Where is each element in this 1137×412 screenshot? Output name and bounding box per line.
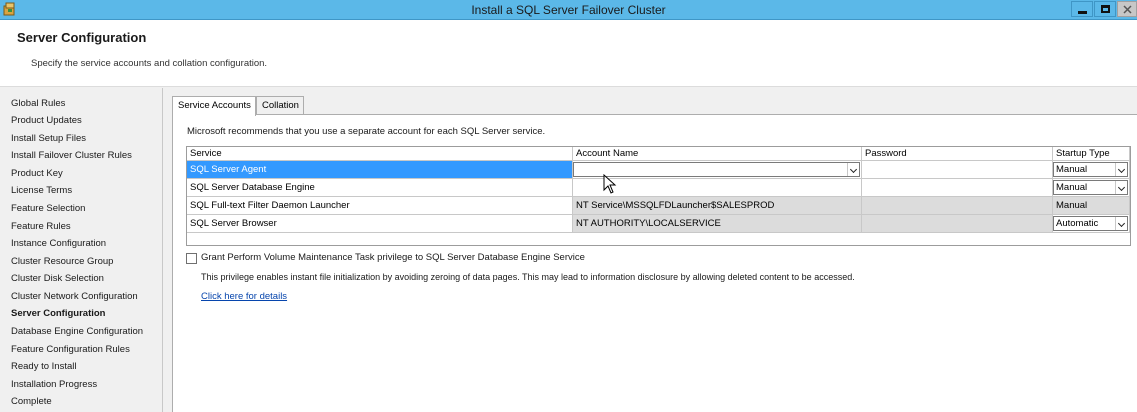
- window-title: Install a SQL Server Failover Cluster: [471, 3, 666, 17]
- nav-item-license-terms[interactable]: License Terms: [11, 185, 72, 196]
- column-header-service[interactable]: Service: [187, 147, 573, 161]
- service-name-cell[interactable]: SQL Full-text Filter Daemon Launcher: [187, 197, 573, 215]
- nav-item-product-updates[interactable]: Product Updates: [11, 115, 82, 126]
- volume-maintenance-checkbox[interactable]: [186, 253, 197, 264]
- maximize-button[interactable]: [1094, 1, 1116, 17]
- nav-item-database-engine-configuration[interactable]: Database Engine Configuration: [11, 326, 143, 337]
- service-accounts-grid: Service Account Name Password Startup Ty…: [186, 146, 1131, 246]
- password-field[interactable]: [862, 161, 1053, 179]
- startup-type-readonly: Manual: [1053, 197, 1130, 215]
- nav-item-global-rules[interactable]: Global Rules: [11, 98, 65, 109]
- service-name-cell[interactable]: SQL Server Database Engine: [187, 179, 573, 197]
- table-row[interactable]: SQL Server Browser NT AUTHORITY\LOCALSER…: [187, 215, 1130, 233]
- account-name-readonly: NT Service\MSSQLFDLauncher$SALESPROD: [573, 197, 862, 215]
- startup-type-dropdown[interactable]: Manual: [1053, 162, 1128, 177]
- setup-steps-nav: Global Rules Product Updates Install Set…: [0, 88, 163, 412]
- chevron-down-icon[interactable]: [1115, 181, 1127, 194]
- tab-collation[interactable]: Collation: [256, 96, 304, 115]
- page-header: Server Configuration Specify the service…: [0, 20, 1137, 87]
- nav-item-installation-progress[interactable]: Installation Progress: [11, 379, 97, 390]
- nav-item-install-setup-files[interactable]: Install Setup Files: [11, 133, 86, 144]
- startup-type-dropdown[interactable]: Manual: [1053, 180, 1128, 195]
- page-title: Server Configuration: [17, 30, 147, 45]
- close-icon: [1122, 4, 1132, 14]
- password-readonly: [862, 197, 1053, 215]
- nav-item-install-failover-cluster-rules[interactable]: Install Failover Cluster Rules: [11, 150, 132, 161]
- volume-maintenance-label[interactable]: Grant Perform Volume Maintenance Task pr…: [201, 252, 585, 263]
- chevron-down-icon[interactable]: [1115, 217, 1127, 230]
- nav-item-ready-to-install[interactable]: Ready to Install: [11, 361, 76, 372]
- service-name-cell[interactable]: SQL Server Browser: [187, 215, 573, 233]
- tab-service-accounts[interactable]: Service Accounts: [172, 96, 256, 116]
- table-row[interactable]: SQL Server Agent Manual: [187, 161, 1130, 179]
- nav-item-instance-configuration[interactable]: Instance Configuration: [11, 238, 106, 249]
- maximize-icon: [1100, 5, 1110, 13]
- password-field[interactable]: [862, 179, 1053, 197]
- nav-item-feature-configuration-rules[interactable]: Feature Configuration Rules: [11, 344, 130, 355]
- service-name-cell[interactable]: SQL Server Agent: [187, 161, 573, 179]
- password-readonly: [862, 215, 1053, 233]
- startup-type-cell[interactable]: Automatic: [1053, 215, 1130, 233]
- nav-item-product-key[interactable]: Product Key: [11, 168, 63, 179]
- nav-item-server-configuration[interactable]: Server Configuration: [11, 308, 106, 319]
- minimize-icon: [1077, 10, 1087, 14]
- page-description: Specify the service accounts and collati…: [31, 58, 268, 69]
- column-header-password[interactable]: Password: [862, 147, 1053, 161]
- table-row[interactable]: SQL Server Database Engine Manual: [187, 179, 1130, 197]
- nav-item-feature-rules[interactable]: Feature Rules: [11, 221, 71, 232]
- nav-item-feature-selection[interactable]: Feature Selection: [11, 203, 85, 214]
- column-header-startup-type[interactable]: Startup Type: [1053, 147, 1130, 161]
- recommendation-text: Microsoft recommends that you use a sepa…: [187, 126, 546, 137]
- startup-type-dropdown[interactable]: Automatic: [1053, 216, 1128, 231]
- details-link[interactable]: Click here for details: [201, 291, 287, 302]
- privilege-note: This privilege enables instant file init…: [201, 272, 855, 282]
- nav-item-cluster-network-configuration[interactable]: Cluster Network Configuration: [11, 291, 138, 302]
- mouse-cursor-icon: [603, 174, 617, 194]
- startup-type-value: Manual: [1056, 164, 1088, 175]
- startup-type-cell[interactable]: Manual: [1053, 179, 1130, 197]
- close-button[interactable]: [1117, 1, 1137, 17]
- chevron-down-icon[interactable]: [1115, 163, 1127, 176]
- account-name-readonly: NT AUTHORITY\LOCALSERVICE: [573, 215, 862, 233]
- table-row[interactable]: SQL Full-text Filter Daemon Launcher NT …: [187, 197, 1130, 215]
- startup-type-value: Automatic: [1056, 218, 1099, 229]
- chevron-down-icon[interactable]: [847, 163, 859, 176]
- nav-item-complete[interactable]: Complete: [11, 396, 52, 407]
- nav-item-cluster-disk-selection[interactable]: Cluster Disk Selection: [11, 273, 104, 284]
- startup-type-cell[interactable]: Manual: [1053, 161, 1130, 179]
- title-bar: Install a SQL Server Failover Cluster: [0, 0, 1137, 20]
- service-accounts-panel: Microsoft recommends that you use a sepa…: [172, 114, 1137, 412]
- minimize-button[interactable]: [1071, 1, 1093, 17]
- column-header-account-name[interactable]: Account Name: [573, 147, 862, 161]
- nav-item-cluster-resource-group[interactable]: Cluster Resource Group: [11, 256, 113, 267]
- startup-type-value: Manual: [1056, 182, 1088, 193]
